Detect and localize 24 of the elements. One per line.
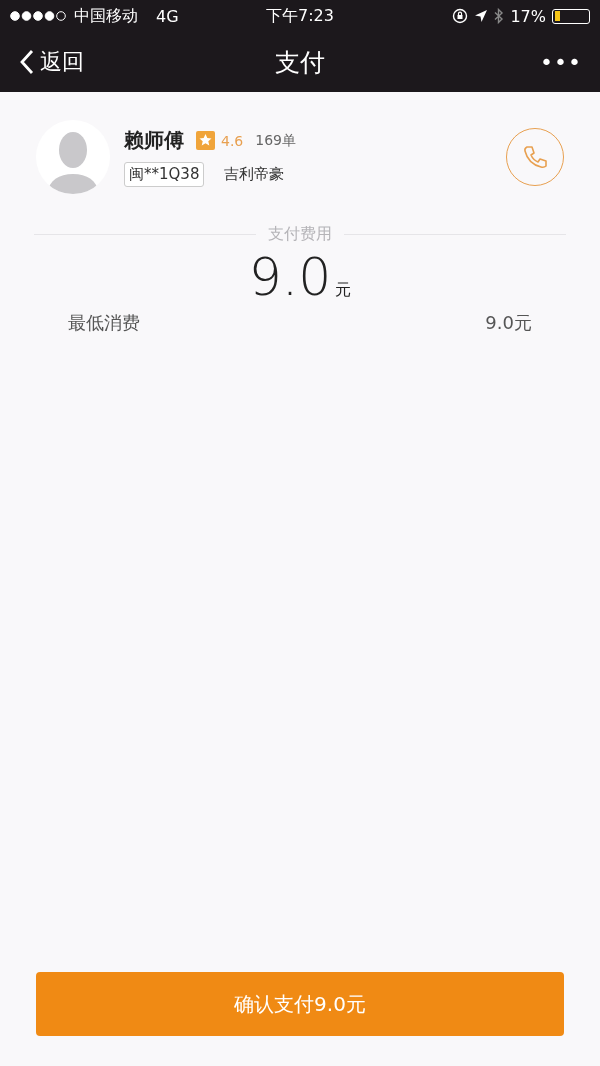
currency-unit: 元 xyxy=(335,280,352,301)
license-plate: 闽**1Q38 xyxy=(124,162,205,187)
carrier-name: 中国移动 xyxy=(74,5,138,27)
location-arrow-icon xyxy=(474,9,489,23)
fee-value: 9.0元 xyxy=(485,311,532,335)
phone-icon xyxy=(521,143,549,171)
battery-percent: 17% xyxy=(510,6,546,26)
car-model: 吉利帝豪 xyxy=(224,165,285,184)
chevron-left-icon xyxy=(20,49,34,75)
more-button[interactable]: ••• xyxy=(540,49,582,75)
signal-icon xyxy=(10,11,68,21)
driver-name: 赖师傅 xyxy=(124,127,184,154)
driver-rating: 4.6 xyxy=(221,132,244,149)
back-button[interactable]: 返回 xyxy=(20,47,84,77)
rotation-lock-icon xyxy=(452,8,469,24)
network-type: 4G xyxy=(156,6,179,26)
payment-label: 支付费用 xyxy=(268,224,332,245)
page-title: 支付 xyxy=(275,46,325,79)
status-time: 下午7:23 xyxy=(266,5,334,27)
battery-icon xyxy=(552,8,590,24)
fee-label: 最低消费 xyxy=(68,311,140,335)
order-count: 169单 xyxy=(255,131,296,150)
bluetooth-icon xyxy=(494,8,505,24)
payment-amount: 9.0 xyxy=(248,247,332,307)
